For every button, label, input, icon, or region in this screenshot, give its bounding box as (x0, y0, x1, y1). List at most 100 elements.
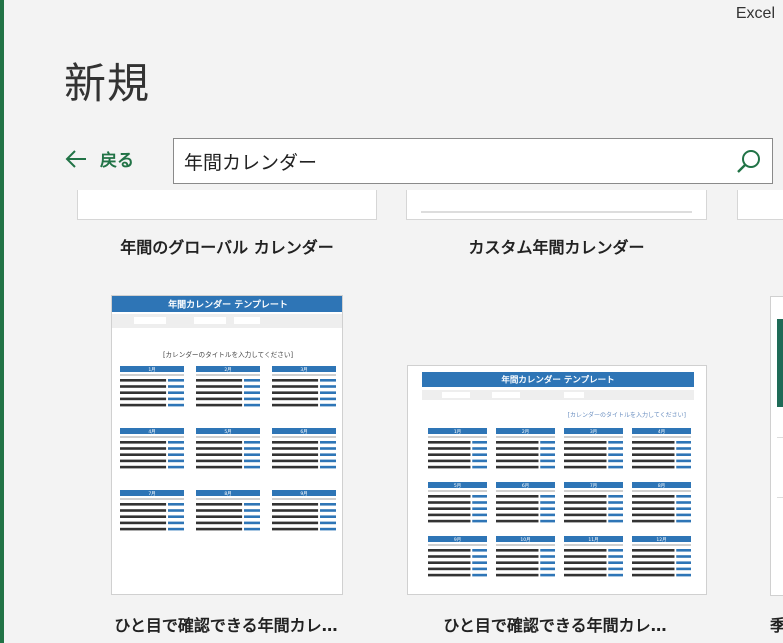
weekend-days (320, 397, 336, 401)
weekend-days (320, 391, 336, 394)
day-row (428, 453, 471, 456)
weekend-days (676, 459, 691, 463)
weekend-days (676, 567, 691, 571)
day-row (496, 549, 539, 552)
weekday-row (428, 544, 487, 546)
weekend-days (320, 459, 336, 463)
month-label: 11月 (588, 537, 598, 543)
day-row (196, 521, 243, 525)
weekend-days (472, 573, 487, 577)
weekend-days (320, 403, 336, 407)
month-label: 5月 (454, 483, 461, 489)
weekend-days (676, 561, 691, 564)
weekday-row (272, 436, 336, 438)
day-row (428, 495, 471, 498)
day-row (564, 501, 607, 504)
search-input[interactable] (174, 139, 726, 183)
weekend-days (540, 573, 555, 577)
day-row (632, 519, 675, 523)
template-thumbnail-landscape[interactable]: 年間カレンダー テンプレート [カレンダーのタイトルを入力してください] 1月 2… (407, 365, 707, 595)
weekend-days (472, 447, 487, 450)
calendar-subtitle: [カレンダーのタイトルを入力してください] (568, 411, 686, 419)
month-block: 7月 (120, 490, 184, 531)
template-title[interactable]: カスタム年間カレンダー (406, 234, 707, 258)
template-title[interactable]: 季 (770, 612, 783, 636)
back-button[interactable]: 戻る (64, 146, 134, 171)
month-label: 1月 (148, 367, 155, 373)
day-row (120, 403, 167, 407)
weekend-days (472, 513, 487, 517)
weekend-days (676, 465, 691, 469)
month-label: 3月 (590, 429, 597, 435)
day-row (564, 447, 607, 450)
template-title[interactable]: ひと目で確認できる年間カレ… (424, 612, 686, 636)
weekend-days (676, 453, 691, 456)
day-row (632, 441, 675, 444)
day-row (632, 501, 675, 504)
weekend-days (676, 495, 691, 498)
back-arrow-icon (65, 149, 86, 168)
template-title[interactable]: ひと目で確認できる年間カレ… (95, 612, 357, 636)
day-row (272, 391, 319, 394)
month-block: 4月 (632, 428, 691, 469)
day-row (496, 507, 539, 510)
template-thumbnail-custom-calendar[interactable] (406, 190, 707, 220)
month-block: 9月 (428, 536, 487, 577)
weekend-days (540, 549, 555, 552)
month-block: 3月 (564, 428, 623, 469)
weekend-days (540, 501, 555, 504)
weekday-row (632, 544, 691, 546)
day-row (632, 573, 675, 577)
template-thumbnail-partial[interactable] (737, 190, 783, 220)
calendar-preview: 年間カレンダー テンプレート [カレンダーのタイトルを入力してください] 1月 2… (112, 296, 342, 531)
month-block: 11月 (564, 536, 623, 577)
month-label: 4月 (148, 429, 155, 435)
day-row (196, 459, 243, 463)
day-row (496, 519, 539, 523)
month-block: 4月 (120, 428, 184, 469)
weekend-days (472, 519, 487, 523)
month-label: 3月 (300, 367, 307, 373)
day-row (196, 403, 243, 407)
weekend-days (676, 573, 691, 577)
weekend-days (472, 459, 487, 463)
month-block: 8月 (632, 482, 691, 523)
day-row (196, 465, 243, 469)
day-row (428, 459, 471, 463)
weekend-days (320, 385, 336, 388)
weekend-days (168, 379, 184, 382)
weekend-days (472, 507, 487, 510)
weekend-days (168, 459, 184, 463)
day-row (632, 459, 675, 463)
template-thumbnail-partial[interactable] (770, 296, 783, 596)
day-row (632, 567, 675, 571)
month-block: 2月 (496, 428, 555, 469)
weekend-days (472, 495, 487, 498)
day-row (632, 549, 675, 552)
template-thumbnail-portrait[interactable]: 年間カレンダー テンプレート [カレンダーのタイトルを入力してください] 1月 2… (111, 295, 343, 595)
weekend-days (540, 495, 555, 498)
day-row (632, 513, 675, 517)
weekend-days (676, 441, 691, 444)
page-title: 新規 (64, 59, 151, 108)
search-box (173, 138, 773, 184)
weekend-days (244, 397, 260, 401)
weekend-days (676, 513, 691, 517)
search-button[interactable] (726, 139, 772, 183)
back-button-label: 戻る (100, 151, 134, 171)
day-row (272, 515, 319, 518)
template-thumbnail-global-calendar[interactable] (77, 190, 377, 220)
day-row (496, 441, 539, 444)
month-label: 12月 (656, 537, 666, 543)
day-row (428, 567, 471, 571)
weekend-days (244, 441, 260, 444)
weekday-row (120, 436, 184, 438)
calendar-header-text: 年間カレンダー テンプレート (501, 375, 614, 386)
month-label: 7月 (148, 491, 155, 497)
weekend-days (540, 519, 555, 523)
weekend-days (244, 447, 260, 450)
month-label: 5月 (224, 429, 231, 435)
template-title[interactable]: 年間のグローバル カレンダー (77, 234, 377, 258)
day-row (496, 465, 539, 469)
weekend-days (244, 515, 260, 518)
